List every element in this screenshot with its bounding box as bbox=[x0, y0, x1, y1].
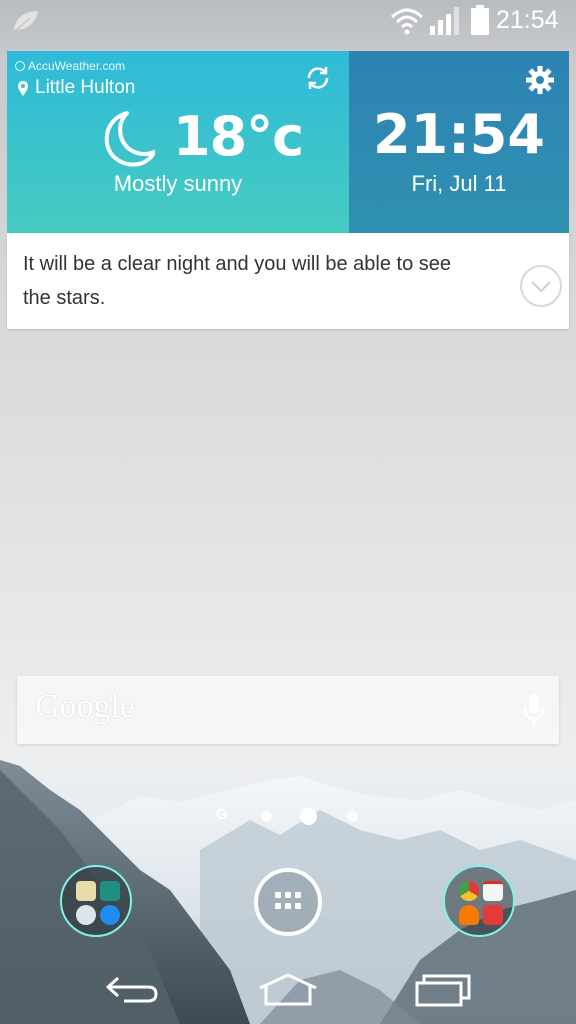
page-indicator[interactable]: G bbox=[212, 806, 364, 828]
maps-icon[interactable] bbox=[483, 905, 503, 925]
signal-icon bbox=[430, 7, 459, 35]
battery-icon bbox=[471, 5, 489, 35]
page-dot[interactable] bbox=[347, 811, 358, 822]
refresh-icon[interactable] bbox=[305, 65, 331, 91]
weather-provider: AccuWeather.com bbox=[15, 59, 125, 73]
apps-grid-dot bbox=[295, 903, 301, 909]
chrome-icon[interactable] bbox=[459, 881, 479, 901]
apps-grid-dot bbox=[275, 903, 281, 909]
provider-label: AccuWeather.com bbox=[28, 59, 126, 73]
forecast-text: It will be a clear night and you will be… bbox=[23, 253, 452, 309]
location-label[interactable]: Little Hulton bbox=[35, 77, 135, 99]
page-dot[interactable] bbox=[261, 811, 272, 822]
app-folder-google[interactable] bbox=[443, 865, 515, 937]
messenger-icon[interactable] bbox=[100, 905, 120, 925]
weather-condition: Mostly sunny bbox=[113, 171, 243, 196]
apps-grid-dot bbox=[285, 892, 291, 898]
forecast-panel[interactable]: It will be a clear night and you will be… bbox=[7, 233, 569, 329]
widget-clock: 21:54 bbox=[373, 103, 545, 166]
widget-date: Fri, Jul 11 bbox=[411, 171, 507, 196]
weather-panel[interactable]: AccuWeather.com Little Hulton 18°c Mostl… bbox=[7, 51, 349, 233]
apps-grid-dot bbox=[285, 903, 291, 909]
apps-drawer-button[interactable] bbox=[254, 868, 322, 936]
chevron-down-icon[interactable] bbox=[519, 264, 563, 308]
google-search-bar[interactable]: Google bbox=[17, 676, 559, 744]
gear-icon[interactable] bbox=[526, 66, 554, 94]
apps-grid-dot bbox=[295, 892, 301, 898]
contacts-icon[interactable] bbox=[76, 905, 96, 925]
google-logo: Google bbox=[35, 688, 136, 725]
weather-widget[interactable]: AccuWeather.com Little Hulton 18°c Mostl… bbox=[7, 51, 569, 329]
apps-grid-icon bbox=[275, 892, 281, 898]
page-dot-current[interactable] bbox=[300, 808, 317, 825]
temperature: 18°c bbox=[173, 105, 304, 168]
play-music-icon[interactable] bbox=[459, 905, 479, 925]
wifi-icon bbox=[390, 8, 424, 35]
gmail-icon[interactable] bbox=[483, 881, 503, 901]
globe-icon bbox=[15, 61, 25, 71]
status-bar: 21:54 bbox=[0, 0, 576, 42]
messaging-icon[interactable] bbox=[76, 881, 96, 901]
google-now-page-indicator[interactable]: G bbox=[216, 806, 228, 823]
recents-icon[interactable] bbox=[414, 972, 474, 1008]
phone-icon[interactable] bbox=[100, 881, 120, 901]
navigation-bar bbox=[0, 960, 576, 1024]
moon-icon bbox=[104, 111, 155, 167]
app-folder-communication[interactable] bbox=[60, 865, 132, 937]
back-icon[interactable] bbox=[104, 972, 160, 1008]
leaf-icon bbox=[13, 11, 38, 33]
location-pin-icon bbox=[18, 81, 28, 96]
microphone-icon[interactable] bbox=[523, 693, 545, 727]
home-icon[interactable] bbox=[256, 972, 320, 1008]
status-time: 21:54 bbox=[496, 6, 559, 34]
